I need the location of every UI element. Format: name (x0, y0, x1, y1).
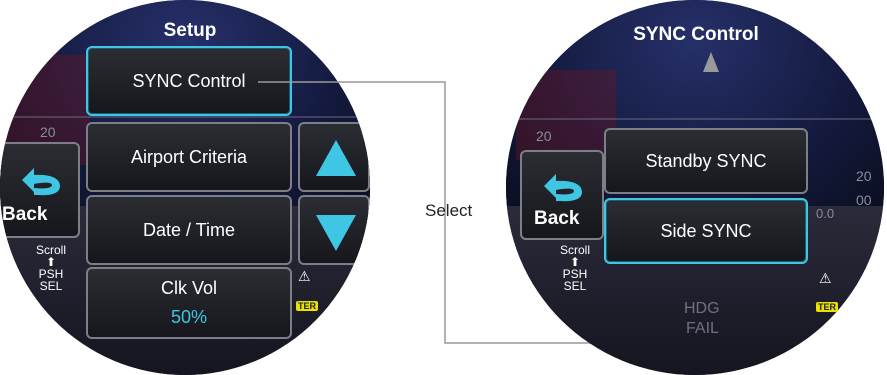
button-label: Standby SYNC (645, 150, 767, 171)
ter-badge: TER (816, 302, 838, 312)
scroll-knob-hint: Scroll ⬆ PSH SEL (550, 244, 600, 292)
back-label: Back (534, 208, 580, 229)
scroll-hint-line3: SEL (563, 279, 587, 293)
pitch-line (506, 118, 884, 120)
hdg-flag-line1: HDG (684, 300, 720, 317)
hdg-flag-line2: FAIL (686, 320, 719, 337)
back-button[interactable]: Back (520, 150, 604, 240)
standby-sync-button[interactable]: Standby SYNC (604, 128, 808, 194)
alt-label-00: 00 (856, 192, 872, 208)
vs-label: 0.0 (816, 206, 835, 221)
warning-wash (516, 70, 616, 160)
page-title: SYNC Control (633, 24, 759, 45)
alt-label-20: 20 (856, 168, 872, 184)
back-arrow-icon (544, 174, 582, 202)
side-sync-button[interactable]: Side SYNC (604, 198, 808, 264)
attitude-pointer-icon (703, 52, 719, 72)
select-callout-label: Select (425, 201, 473, 220)
pitch-label: 20 (536, 128, 552, 144)
right-display: 20 20 00 0.0 HDG FAIL SYNC Control Stand… (506, 0, 884, 375)
caution-icon: ⚠ (819, 270, 832, 286)
button-label: Side SYNC (660, 220, 752, 241)
